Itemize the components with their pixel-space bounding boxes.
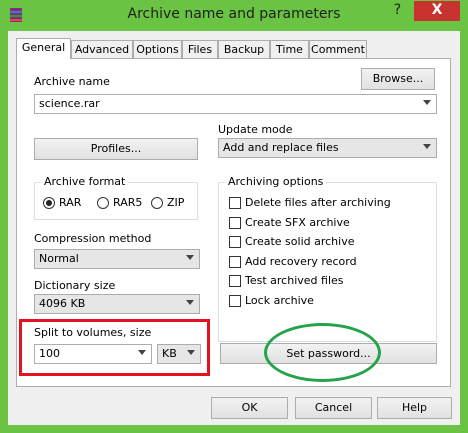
radio-rar5-label: RAR5 bbox=[113, 196, 143, 209]
help-icon[interactable]: ? bbox=[384, 1, 411, 21]
checkbox-delete-files-label: Delete files after archiving bbox=[245, 196, 391, 209]
archive-format-group: Archive format RAR RAR5 ZIP bbox=[34, 175, 198, 220]
radio-selected-icon bbox=[43, 196, 55, 209]
archive-name-label: Archive name bbox=[34, 75, 110, 88]
update-mode-value: Add and replace files bbox=[223, 141, 339, 154]
radio-zip[interactable]: ZIP bbox=[151, 196, 184, 209]
checkbox-lock-archive-label: Lock archive bbox=[245, 294, 314, 307]
checkbox-create-sfx[interactable]: Create SFX archive bbox=[229, 216, 350, 229]
checkbox-add-recovery[interactable]: Add recovery record bbox=[229, 255, 357, 268]
radio-rar[interactable]: RAR bbox=[43, 196, 81, 209]
title-bar[interactable]: Archive name and parameters ? X bbox=[0, 0, 468, 31]
chevron-down-icon[interactable] bbox=[423, 100, 431, 105]
update-mode-label: Update mode bbox=[218, 123, 293, 136]
help-button[interactable]: Help bbox=[377, 397, 452, 419]
tab-time[interactable]: Time bbox=[270, 40, 309, 58]
cancel-button[interactable]: Cancel bbox=[295, 397, 372, 419]
checkbox-icon bbox=[229, 294, 241, 307]
checkbox-test-archived-label: Test archived files bbox=[245, 274, 344, 287]
checkbox-create-sfx-label: Create SFX archive bbox=[245, 216, 350, 229]
checkbox-icon bbox=[229, 216, 241, 229]
chevron-down-icon[interactable] bbox=[423, 144, 431, 149]
archive-format-label: Archive format bbox=[41, 175, 129, 188]
compression-method-select[interactable]: Normal bbox=[34, 249, 200, 269]
checkbox-create-solid[interactable]: Create solid archive bbox=[229, 235, 354, 248]
tab-options[interactable]: Options bbox=[133, 40, 182, 58]
radio-unselected-icon bbox=[151, 196, 163, 209]
checkbox-delete-files[interactable]: Delete files after archiving bbox=[229, 196, 391, 209]
update-mode-select[interactable]: Add and replace files bbox=[218, 138, 437, 158]
dictionary-size-value: 4096 KB bbox=[39, 297, 86, 310]
compression-method-label: Compression method bbox=[34, 232, 152, 245]
tab-general[interactable]: General bbox=[16, 38, 71, 59]
tab-advanced[interactable]: Advanced bbox=[71, 40, 133, 58]
radio-rar5[interactable]: RAR5 bbox=[97, 196, 142, 209]
tab-files[interactable]: Files bbox=[182, 40, 218, 58]
green-highlight-ellipse bbox=[264, 323, 381, 382]
archiving-options-group: Archiving options Delete files after arc… bbox=[218, 175, 437, 342]
chevron-down-icon[interactable] bbox=[186, 300, 194, 305]
checkbox-icon bbox=[229, 255, 241, 268]
close-icon[interactable]: X bbox=[414, 1, 460, 21]
checkbox-icon bbox=[229, 274, 241, 287]
checkbox-create-solid-label: Create solid archive bbox=[245, 235, 355, 248]
compression-method-value: Normal bbox=[39, 252, 79, 265]
browse-button[interactable]: Browse... bbox=[361, 68, 435, 90]
archive-name-value: science.rar bbox=[39, 97, 100, 110]
dictionary-size-label: Dictionary size bbox=[34, 279, 116, 292]
checkbox-icon bbox=[229, 235, 241, 248]
ok-button[interactable]: OK bbox=[211, 397, 288, 419]
checkbox-lock-archive[interactable]: Lock archive bbox=[229, 294, 314, 307]
checkbox-icon bbox=[229, 196, 241, 209]
dictionary-size-select[interactable]: 4096 KB bbox=[34, 294, 200, 314]
red-highlight-box bbox=[19, 319, 210, 376]
checkbox-test-archived[interactable]: Test archived files bbox=[229, 274, 344, 287]
chevron-down-icon[interactable] bbox=[186, 255, 194, 260]
profiles-button[interactable]: Profiles... bbox=[34, 138, 198, 160]
radio-zip-label: ZIP bbox=[167, 196, 185, 209]
tab-comment[interactable]: Comment bbox=[309, 40, 367, 58]
archive-name-combo[interactable]: science.rar bbox=[34, 94, 437, 114]
tab-backup[interactable]: Backup bbox=[218, 40, 270, 58]
radio-rar-label: RAR bbox=[59, 196, 82, 209]
dialog-window: Archive name and parameters ? X General … bbox=[0, 0, 468, 433]
archiving-options-label: Archiving options bbox=[225, 175, 327, 188]
radio-unselected-icon bbox=[97, 196, 109, 209]
checkbox-add-recovery-label: Add recovery record bbox=[245, 255, 357, 268]
